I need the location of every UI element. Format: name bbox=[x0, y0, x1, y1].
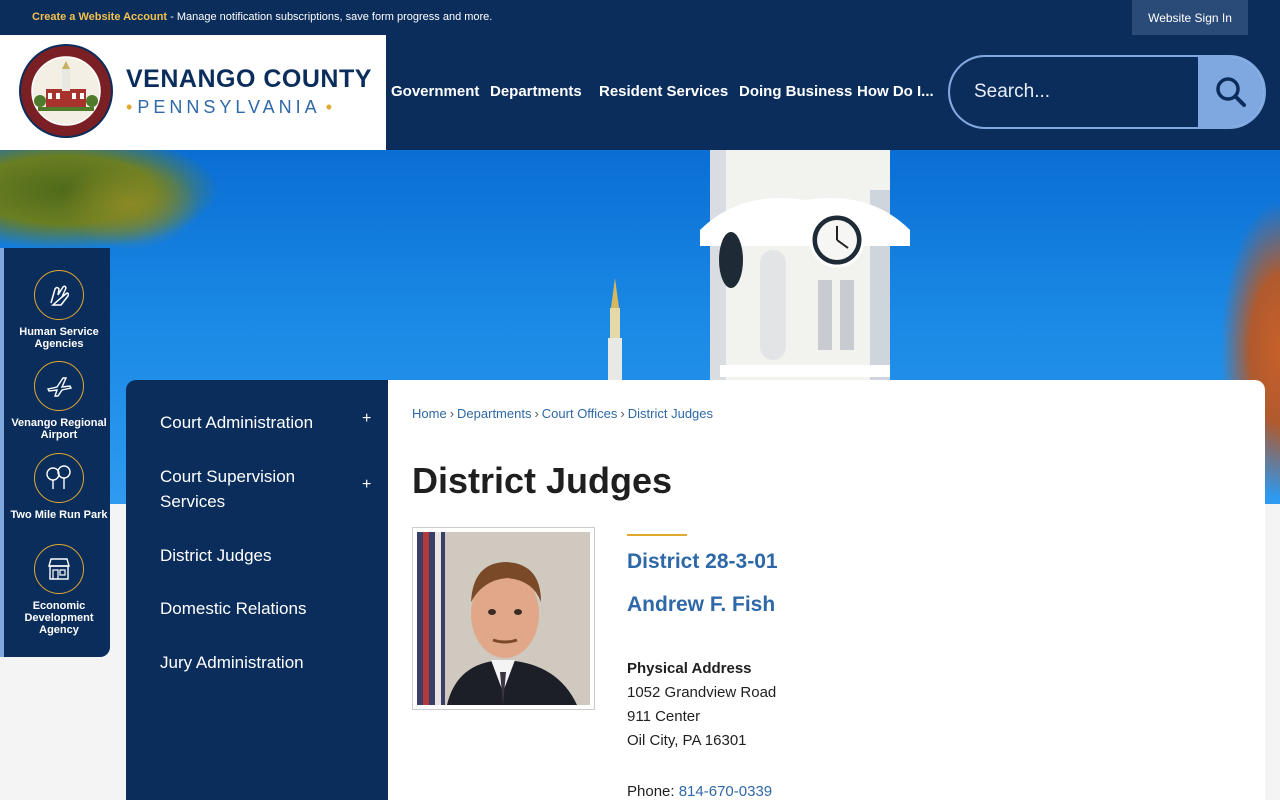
county-seal-icon bbox=[19, 44, 113, 138]
breadcrumb-departments[interactable]: Departments bbox=[457, 406, 531, 421]
nav-how-do-i[interactable]: How Do I... bbox=[857, 83, 934, 100]
nav-doing-business[interactable]: Doing Business bbox=[739, 83, 852, 100]
quick-link-airport[interactable]: Venango Regional Airport bbox=[4, 358, 114, 450]
sidenav-domestic-relations[interactable]: Domestic Relations bbox=[160, 596, 350, 621]
phone-link[interactable]: 814-670-0339 bbox=[679, 783, 772, 800]
section-side-nav: Court Administration + Court Supervision… bbox=[126, 380, 388, 800]
quick-link-park[interactable]: Two Mile Run Park bbox=[4, 450, 114, 542]
judge-portrait-image bbox=[417, 532, 590, 705]
sidenav-jury-administration[interactable]: Jury Administration bbox=[160, 650, 350, 675]
district-number: District 28-3-01 bbox=[627, 550, 778, 573]
breadcrumb-current[interactable]: District Judges bbox=[628, 406, 713, 421]
logo-state-text: PENNSYLVANIA bbox=[137, 97, 321, 117]
quick-links-panel: Human Service Agencies Venango Regional … bbox=[0, 248, 110, 657]
airplane-icon bbox=[34, 361, 84, 411]
hero-foliage-left-2 bbox=[60, 160, 200, 250]
expand-court-supervision-button[interactable]: + bbox=[362, 476, 371, 494]
hands-icon bbox=[34, 270, 84, 320]
search-icon bbox=[1216, 77, 1246, 107]
storefront-icon bbox=[34, 544, 84, 594]
breadcrumb-home[interactable]: Home bbox=[412, 406, 447, 421]
search-input[interactable] bbox=[950, 57, 1198, 127]
gold-divider bbox=[627, 534, 687, 536]
top-bar: Create a Website Account - Manage notifi… bbox=[0, 0, 1280, 35]
website-sign-in-button[interactable]: Website Sign In bbox=[1132, 0, 1248, 35]
quick-link-label: Venango Regional Airport bbox=[11, 417, 107, 441]
logo-state-name: • PENNSYLVANIA • bbox=[126, 97, 333, 117]
sidenav-court-administration[interactable]: Court Administration bbox=[160, 410, 350, 435]
address-heading: Physical Address bbox=[627, 660, 752, 677]
account-message: Create a Website Account - Manage notifi… bbox=[32, 11, 492, 23]
create-account-link[interactable]: Create a Website Account bbox=[32, 11, 167, 23]
expand-court-administration-button[interactable]: + bbox=[362, 410, 371, 428]
page-title: District Judges bbox=[412, 460, 673, 501]
quick-link-human-service[interactable]: Human Service Agencies bbox=[4, 248, 114, 358]
judge-name: Andrew F. Fish bbox=[627, 593, 776, 616]
phone-label: Phone: bbox=[627, 783, 679, 800]
search-box bbox=[948, 55, 1266, 129]
site-logo[interactable]: VENANGO COUNTY • PENNSYLVANIA • bbox=[0, 35, 386, 150]
address-line: Oil City, PA 16301 bbox=[627, 732, 747, 749]
nav-government[interactable]: Government bbox=[391, 83, 479, 100]
sidenav-court-supervision[interactable]: Court Supervision Services bbox=[160, 464, 350, 514]
trees-icon bbox=[34, 453, 84, 503]
logo-county-name: VENANGO COUNTY bbox=[126, 65, 372, 93]
quick-link-economic-development[interactable]: Economic Development Agency bbox=[4, 542, 114, 657]
quick-link-label: Economic Development Agency bbox=[24, 600, 94, 636]
main-content: Home › Departments › Court Offices › District … bbox=[388, 380, 1265, 800]
phone-row: Phone: 814-670-0339 bbox=[627, 783, 772, 800]
breadcrumb: Home › Departments › Court Offices › District … bbox=[412, 406, 714, 421]
account-message-text: - Manage notification subscriptions, sav… bbox=[167, 11, 493, 23]
site-header: VENANGO COUNTY • PENNSYLVANIA • Governme… bbox=[0, 35, 1280, 150]
address-line: 1052 Grandview Road bbox=[627, 684, 777, 701]
search-button[interactable] bbox=[1198, 57, 1264, 127]
quick-link-label: Human Service Agencies bbox=[19, 326, 99, 350]
nav-departments[interactable]: Departments bbox=[490, 83, 582, 100]
quick-link-label: Two Mile Run Park bbox=[10, 509, 108, 521]
breadcrumb-court-offices[interactable]: Court Offices bbox=[542, 406, 618, 421]
sidenav-district-judges[interactable]: District Judges bbox=[160, 543, 350, 568]
address-line: 911 Center bbox=[627, 708, 701, 725]
nav-resident-services[interactable]: Resident Services bbox=[599, 83, 728, 100]
judge-photo bbox=[412, 527, 595, 710]
